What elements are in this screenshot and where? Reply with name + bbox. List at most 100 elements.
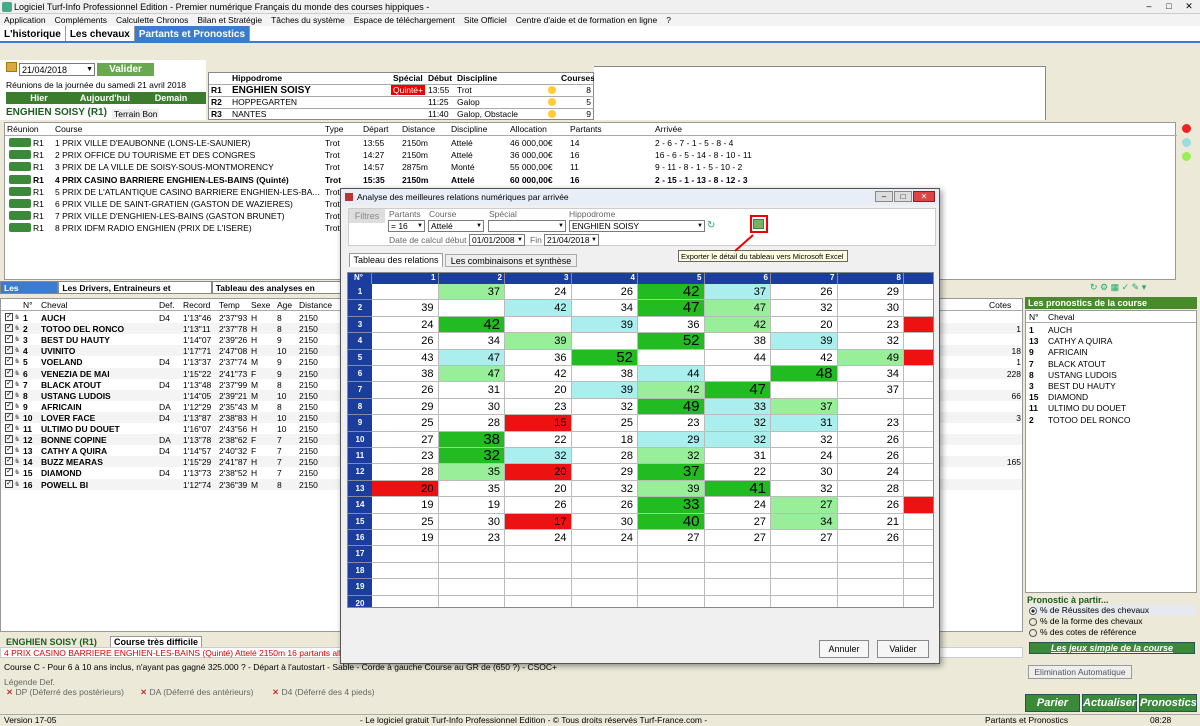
- partant-checkbox[interactable]: ✓: [5, 335, 13, 344]
- grid-cell[interactable]: 24: [505, 530, 572, 547]
- grid-cell[interactable]: [372, 595, 439, 607]
- calendar-icon[interactable]: [6, 62, 17, 72]
- radio-icon[interactable]: [1029, 628, 1037, 637]
- partant-checkbox[interactable]: ✓: [5, 368, 13, 377]
- grid-cell[interactable]: 38: [704, 333, 771, 350]
- prono-horse[interactable]: AUCH: [1048, 325, 1072, 335]
- grid-cell[interactable]: 30: [571, 513, 638, 530]
- grid-cell[interactable]: 37: [438, 284, 505, 301]
- grid-cell[interactable]: 30: [438, 513, 505, 530]
- grid-cell[interactable]: 42: [638, 382, 705, 399]
- grid-cell[interactable]: 28: [438, 415, 505, 432]
- grid-cell[interactable]: 32: [771, 300, 838, 317]
- partant-c[interactable]: CATHY A QUIRA: [41, 446, 107, 456]
- prono-horse[interactable]: AFRICAIN: [1048, 347, 1088, 357]
- grid-cell[interactable]: 24: [372, 316, 439, 334]
- partant-checkbox[interactable]: ✓: [5, 390, 13, 399]
- grid-cell[interactable]: 36: [505, 349, 572, 366]
- race-c[interactable]: 2 PRIX OFFICE DU TOURISME ET DES CONGRES: [55, 150, 255, 160]
- prono-horse[interactable]: ULTIMO DU DOUET: [1048, 403, 1126, 413]
- tab-tableau-relations[interactable]: Tableau des relations: [349, 253, 443, 267]
- dialog-maximize-icon[interactable]: □: [894, 191, 912, 202]
- grid-cell[interactable]: 38: [438, 431, 505, 448]
- grid-cell[interactable]: 26: [571, 497, 638, 514]
- partant-checkbox[interactable]: ✓: [5, 457, 13, 466]
- tab-combinaisons[interactable]: Les combinaisons et synthèse: [445, 254, 577, 267]
- grid-cell[interactable]: 52: [638, 332, 705, 350]
- partant-c[interactable]: POWELL BI: [41, 480, 88, 490]
- grid-cell[interactable]: 27: [771, 530, 838, 547]
- grid-cell-extra[interactable]: [904, 579, 933, 596]
- grid-cell[interactable]: 15: [505, 415, 572, 432]
- partant-c[interactable]: ULTIMO DU DOUET: [41, 424, 120, 434]
- grid-cell[interactable]: [638, 579, 705, 596]
- grid-cell[interactable]: 31: [704, 448, 771, 465]
- partant-checkbox[interactable]: ✓: [5, 401, 13, 410]
- race-c[interactable]: 6 PRIX VILLE DE SAINT-GRATIEN (GASTON DE…: [55, 199, 293, 209]
- grid-cell[interactable]: 26: [571, 284, 638, 301]
- grid-cell[interactable]: 32: [771, 480, 838, 498]
- partant-c[interactable]: BLACK ATOUT: [41, 380, 101, 390]
- prono-option[interactable]: % de Réussites des chevaux: [1029, 605, 1195, 616]
- close-icon[interactable]: ✕: [1180, 1, 1198, 13]
- hippo-name[interactable]: HOPPEGARTEN: [232, 97, 297, 107]
- radio-icon[interactable]: [1029, 617, 1037, 626]
- grid-cell[interactable]: [438, 595, 505, 607]
- grid-cell[interactable]: 22: [505, 431, 572, 448]
- grid-cell[interactable]: 32: [704, 431, 771, 448]
- grid-cell-extra[interactable]: [904, 398, 933, 416]
- grid-cell[interactable]: 39: [571, 382, 638, 399]
- grid-cell[interactable]: [771, 382, 838, 399]
- grid-cell[interactable]: 30: [837, 300, 904, 317]
- grid-cell[interactable]: [571, 595, 638, 607]
- grid-cell[interactable]: [372, 562, 439, 580]
- menu-item[interactable]: ?: [666, 14, 671, 26]
- midtab-1[interactable]: Les Drivers, Entraineurs et Chevaux: [58, 281, 212, 306]
- partant-checkbox[interactable]: ✓: [5, 379, 13, 388]
- validate-date-button[interactable]: Valider: [97, 63, 154, 76]
- grid-cell[interactable]: [372, 579, 439, 596]
- grid-cell[interactable]: 24: [505, 284, 572, 301]
- grid-cell[interactable]: [638, 546, 705, 563]
- grid-cell[interactable]: [505, 546, 572, 563]
- grid-cell[interactable]: 24: [837, 464, 904, 481]
- grid-cell[interactable]: 27: [638, 530, 705, 547]
- partant-c[interactable]: DIAMOND: [41, 468, 82, 478]
- grid-cell[interactable]: 31: [771, 415, 838, 432]
- tab-2[interactable]: Partants et Pronostics: [134, 26, 251, 41]
- grid-cell[interactable]: [771, 595, 838, 607]
- partant-c[interactable]: VENEZIA DE MAI: [41, 369, 110, 379]
- grid-cell[interactable]: [438, 546, 505, 563]
- grid-cell[interactable]: 42: [638, 283, 705, 301]
- grid-cell-extra[interactable]: [904, 382, 933, 399]
- prono-horse[interactable]: TOTOO DEL RONCO: [1048, 415, 1131, 425]
- grid-cell[interactable]: 38: [571, 366, 638, 383]
- grid-cell[interactable]: 44: [704, 349, 771, 366]
- menu-item[interactable]: Application: [4, 14, 46, 26]
- grid-cell[interactable]: 34: [837, 366, 904, 383]
- grid-cell[interactable]: 42: [771, 349, 838, 366]
- midtab-0[interactable]: Les partants: [0, 281, 59, 306]
- grid-cell[interactable]: 33: [638, 496, 705, 514]
- grid-cell[interactable]: [837, 546, 904, 563]
- grid-cell[interactable]: 29: [571, 464, 638, 481]
- race-c[interactable]: 7 PRIX VILLE D'ENGHIEN-LES-BAINS (GASTON…: [55, 211, 285, 221]
- prono-horse[interactable]: BLACK ATOUT: [1048, 359, 1106, 369]
- grid-cell[interactable]: 47: [638, 299, 705, 317]
- hier-button[interactable]: Hier: [6, 92, 72, 104]
- grid-cell-extra[interactable]: [904, 333, 933, 350]
- grid-cell[interactable]: 23: [372, 448, 439, 465]
- partant-c[interactable]: BUZZ MEARAS: [41, 457, 103, 467]
- grid-cell[interactable]: 37: [837, 382, 904, 399]
- grid-cell[interactable]: [505, 316, 572, 334]
- refresh-icon[interactable]: ↻: [707, 220, 719, 232]
- grid-cell[interactable]: 34: [571, 300, 638, 317]
- grid-cell[interactable]: 33: [704, 398, 771, 416]
- grid-cell[interactable]: 30: [438, 398, 505, 416]
- grid-cell[interactable]: 17: [505, 513, 572, 530]
- grid-cell[interactable]: 25: [372, 513, 439, 530]
- grid-cell[interactable]: 37: [704, 284, 771, 301]
- grid-cell[interactable]: 23: [638, 415, 705, 432]
- grid-cell[interactable]: [571, 333, 638, 350]
- grid-cell[interactable]: [704, 366, 771, 383]
